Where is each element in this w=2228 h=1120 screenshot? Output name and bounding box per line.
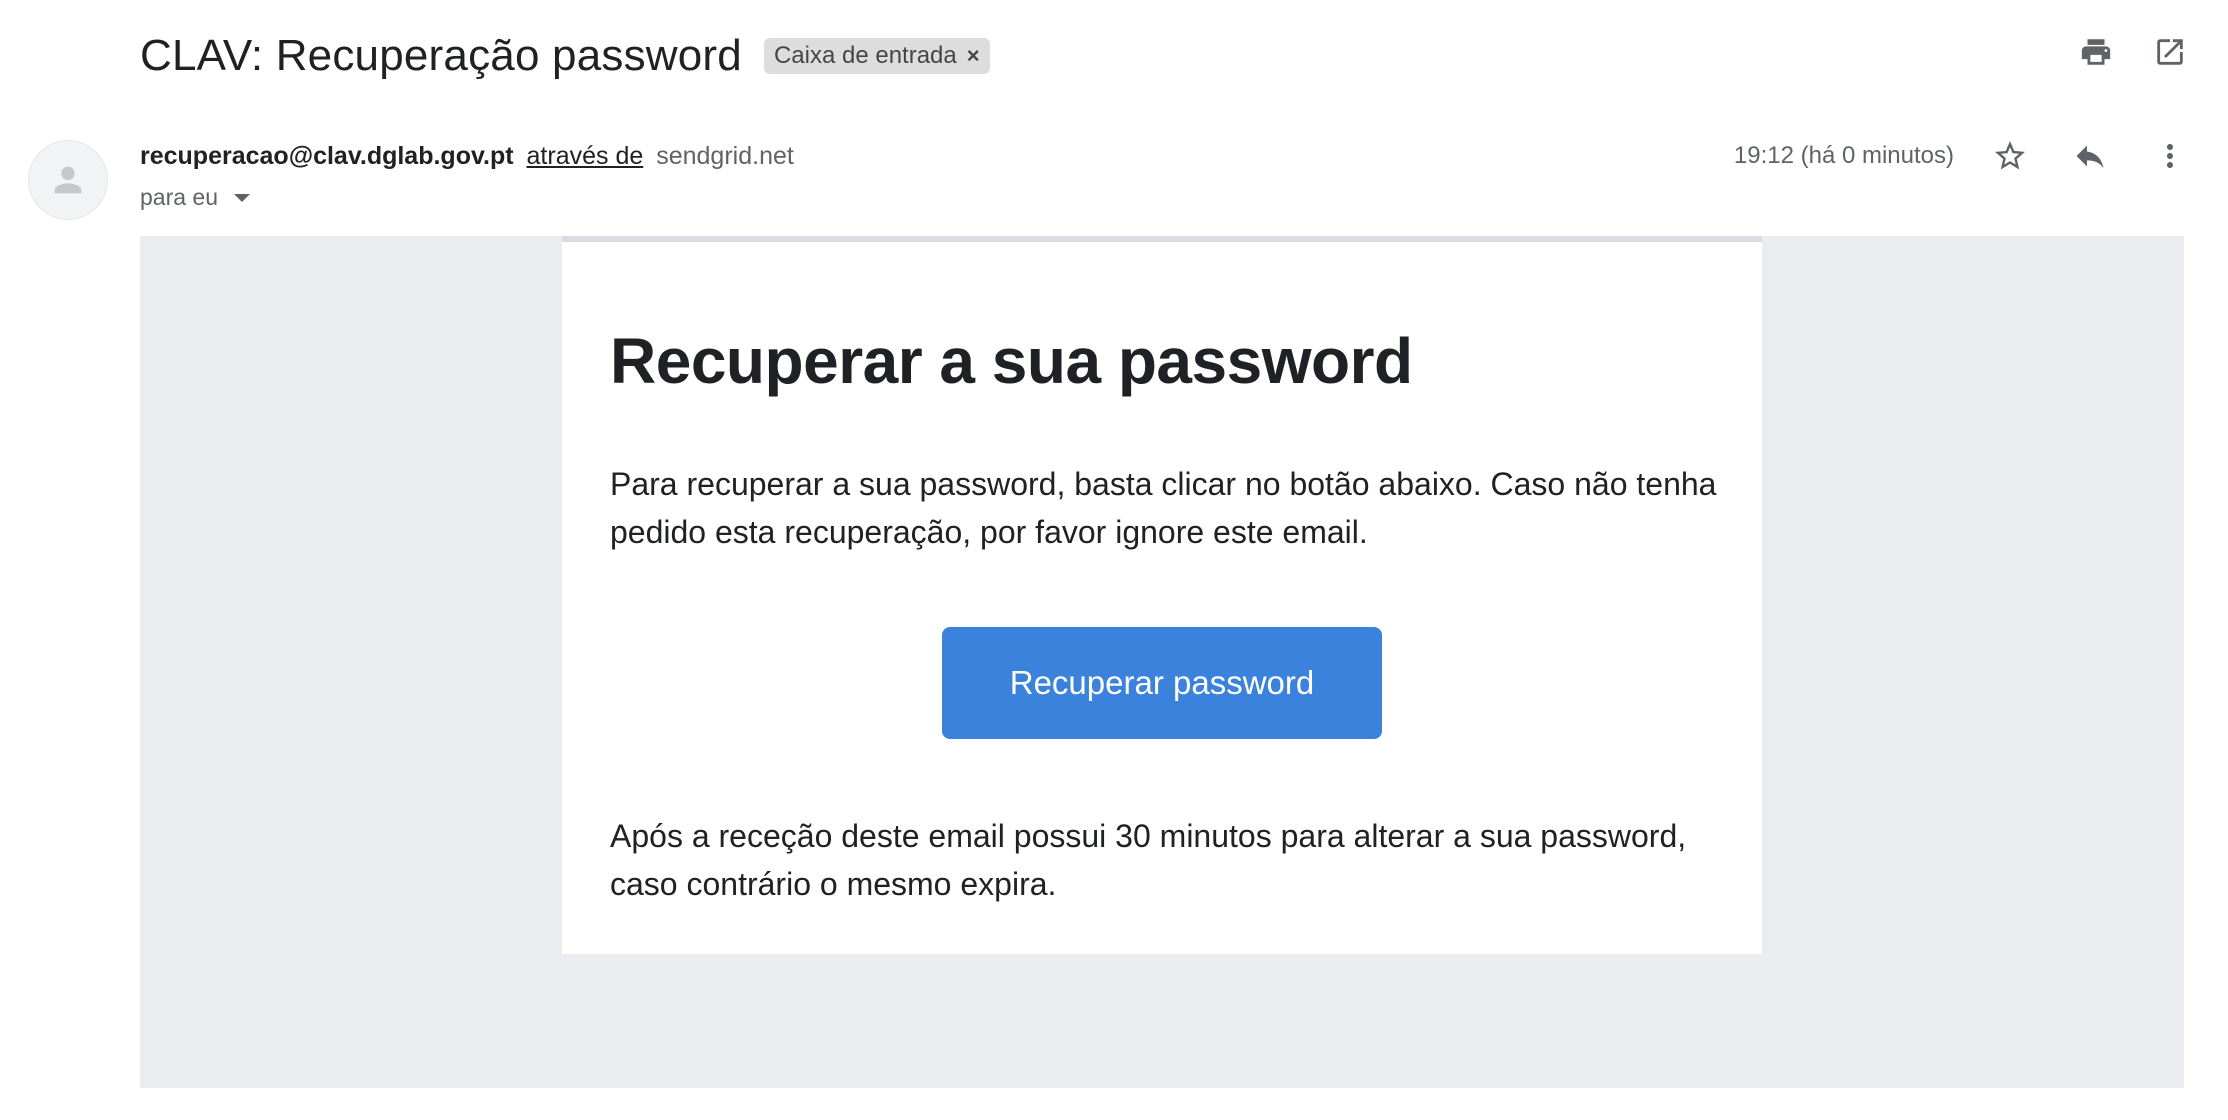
top-actions — [2078, 34, 2188, 70]
remove-label-icon[interactable]: × — [967, 45, 980, 67]
email-subject: CLAV: Recuperação password — [140, 31, 742, 80]
recipients-text: para eu — [140, 184, 219, 210]
open-in-new-window-icon[interactable] — [2152, 34, 2188, 70]
email-view: CLAV: Recuperação password Caixa de entr… — [0, 0, 2228, 1120]
label-chip-inbox[interactable]: Caixa de entrada × — [763, 38, 990, 74]
more-options-icon[interactable] — [2152, 138, 2188, 174]
sender-email[interactable]: recuperacao@clav.dglab.gov.pt — [140, 142, 514, 170]
message-timestamp: 19:12 (há 0 minutos) — [1733, 142, 1954, 169]
person-icon — [54, 166, 82, 194]
email-paragraph-instructions: Para recuperar a sua password, basta cli… — [610, 466, 1717, 550]
message-actions: 19:12 (há 0 minutos) — [1734, 138, 2188, 174]
label-chip-text: Caixa de entrada — [773, 42, 957, 69]
via-domain: sendgrid.net — [656, 142, 794, 170]
email-body: Recuperar a sua password Para recuperar … — [140, 236, 2184, 1088]
subject-row: CLAV: Recuperação password Caixa de entr… — [140, 22, 990, 90]
sender-line: recuperacao@clav.dglab.gov.pt através de… — [140, 142, 794, 171]
recipients-toggle[interactable]: para eu — [140, 184, 251, 211]
email-card: Recuperar a sua password Para recuperar … — [562, 236, 1762, 954]
via-link[interactable]: através de — [527, 142, 644, 170]
print-icon[interactable] — [2078, 34, 2114, 70]
sender-avatar[interactable] — [28, 140, 108, 220]
reply-icon[interactable] — [2072, 138, 2108, 174]
chevron-down-icon — [234, 193, 251, 202]
email-heading: Recuperar a sua password — [610, 325, 1413, 397]
email-paragraph-expiry: Após a receção deste email possui 30 min… — [610, 818, 1687, 902]
recover-password-button[interactable]: Recuperar password — [942, 627, 1382, 739]
star-icon[interactable] — [1992, 138, 2028, 174]
